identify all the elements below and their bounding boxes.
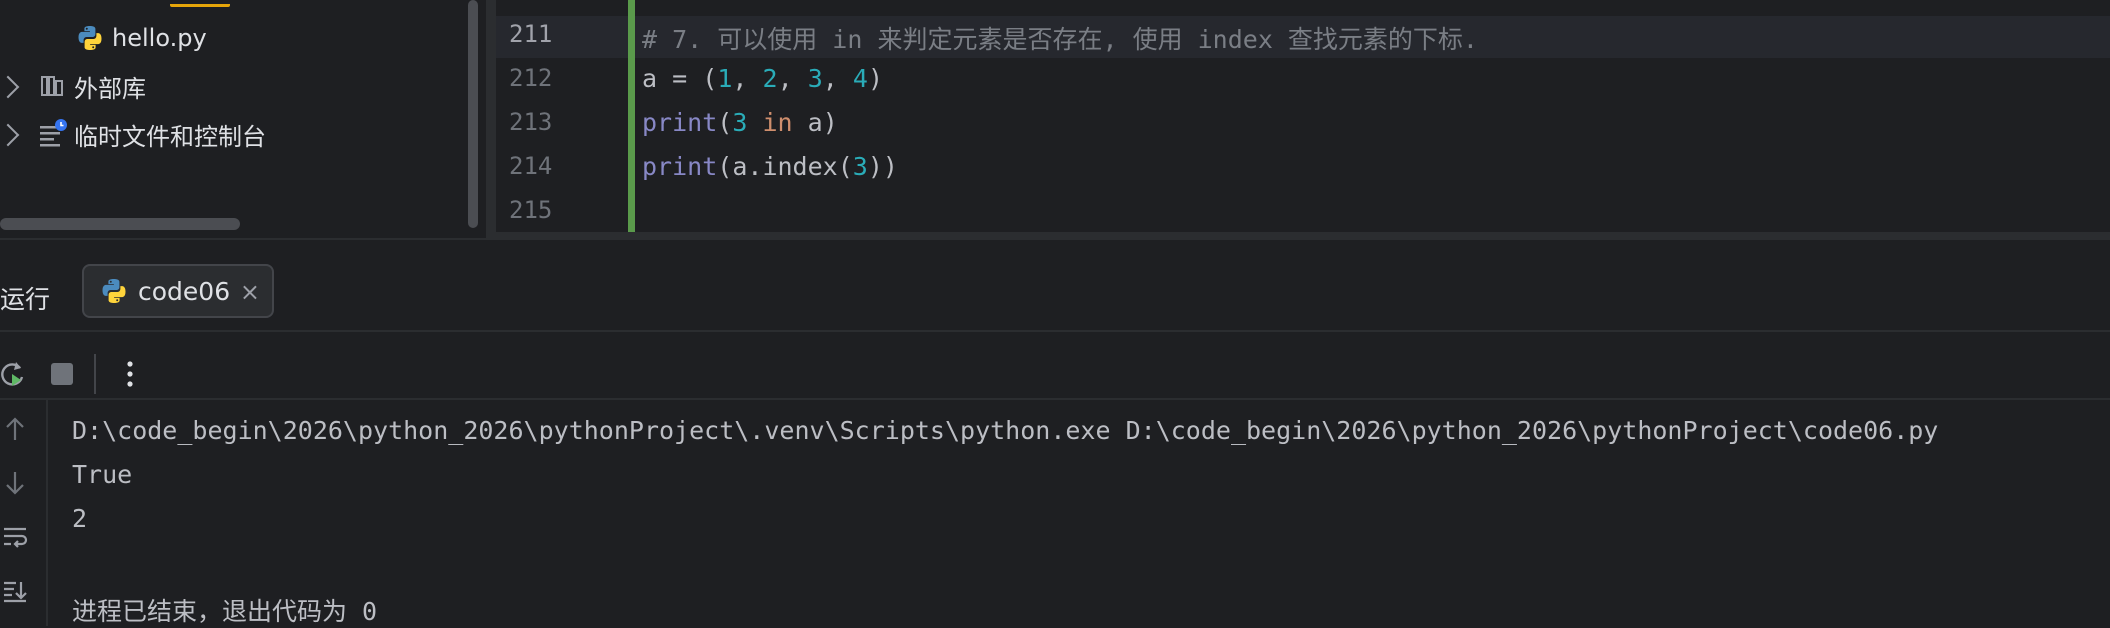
code-token-number: 2 xyxy=(762,64,778,93)
code-token: ) xyxy=(867,64,883,93)
vcs-change-marker[interactable] xyxy=(628,0,635,238)
code-token-builtin: print xyxy=(642,108,718,137)
console-output-line: 2 xyxy=(72,504,88,533)
cut-off-tree-row xyxy=(170,0,230,7)
code-line[interactable]: print(3 in a) xyxy=(642,108,838,137)
run-tab-label: code06 xyxy=(138,276,231,306)
tree-item-label: hello.py xyxy=(112,24,207,52)
code-token: , xyxy=(732,64,748,93)
panel-divider[interactable] xyxy=(486,0,496,238)
chevron-right-icon[interactable] xyxy=(0,75,20,99)
more-vertical-icon xyxy=(127,361,133,387)
divider xyxy=(0,330,2110,332)
tree-item-hello-py[interactable]: hello.py xyxy=(76,16,207,60)
code-line[interactable]: a = (1, 2, 3, 4) xyxy=(642,64,883,93)
code-token-number: 4 xyxy=(852,64,868,93)
rerun-button[interactable] xyxy=(0,356,30,392)
code-token: ( xyxy=(717,152,733,181)
code-token: a xyxy=(642,64,658,93)
run-window-title: 运行 xyxy=(0,285,51,314)
stop-button[interactable] xyxy=(44,356,80,392)
line-number-gutter: 211 212 213 214 215 xyxy=(496,0,631,238)
arrow-up-icon[interactable] xyxy=(0,414,30,444)
code-token: index xyxy=(762,152,838,181)
code-token-number: 3 xyxy=(852,152,868,181)
code-token-keyword: in xyxy=(762,108,793,137)
line-number: 214 xyxy=(509,152,553,180)
code-token: , xyxy=(777,64,793,93)
python-file-icon xyxy=(78,26,102,50)
code-token: ( xyxy=(837,152,853,181)
run-tab-code06[interactable]: code06 × xyxy=(82,264,274,318)
horizontal-scrollbar[interactable] xyxy=(0,218,240,230)
python-file-icon xyxy=(102,279,126,303)
console-command-line: D:\code_begin\2026\python_2026\pythonPro… xyxy=(72,416,1939,445)
code-editor[interactable]: 211 212 213 214 215 # 7. 可以使用 in 来判定元素是否… xyxy=(496,0,2110,238)
tree-item-label: 临时文件和控制台 xyxy=(74,122,266,151)
code-token: ) xyxy=(822,108,838,137)
code-token-number: 3 xyxy=(807,64,823,93)
console-output-line: True xyxy=(72,460,133,489)
console-exit-message: 进程已结束，退出代码为 0 xyxy=(72,597,378,626)
close-icon[interactable]: × xyxy=(240,280,260,304)
scroll-to-end-icon[interactable] xyxy=(0,576,30,606)
line-number: 211 xyxy=(509,20,553,48)
stop-icon xyxy=(51,363,73,385)
toolbar-separator xyxy=(94,354,96,394)
code-line[interactable]: print(a.index(3)) xyxy=(642,152,898,181)
tree-item-label: 外部库 xyxy=(74,74,146,103)
line-number: 213 xyxy=(509,108,553,136)
more-options-button[interactable] xyxy=(112,356,148,392)
scratches-icon xyxy=(40,119,67,147)
code-token-builtin: print xyxy=(642,152,718,181)
line-number: 212 xyxy=(509,64,553,92)
code-token: = xyxy=(672,64,688,93)
code-line-comment[interactable]: # 7. 可以使用 in 来判定元素是否存在, 使用 index 查找元素的下标… xyxy=(642,20,1478,56)
library-icon xyxy=(41,76,63,96)
code-token-number: 1 xyxy=(717,64,733,93)
code-token: a xyxy=(732,152,748,181)
code-token-number: 3 xyxy=(732,108,748,137)
run-tool-window: 运行 code06 × D:\code_begin\2026\python_20… xyxy=(0,238,2110,626)
run-toolbar xyxy=(0,350,300,398)
rerun-icon xyxy=(1,362,24,386)
vertical-scrollbar[interactable] xyxy=(468,0,478,228)
chevron-right-icon[interactable] xyxy=(0,123,20,147)
code-token: , xyxy=(822,64,838,93)
code-token: ) xyxy=(882,152,898,181)
code-token: a xyxy=(807,108,823,137)
project-tree-panel: hello.py 外部库 临时文件和控制台 xyxy=(0,0,478,238)
console-side-toolbar xyxy=(0,400,48,626)
code-token: . xyxy=(747,152,763,181)
code-token: ( xyxy=(717,108,733,137)
arrow-down-icon[interactable] xyxy=(0,468,30,498)
soft-wrap-icon[interactable] xyxy=(0,522,30,552)
console-output[interactable]: D:\code_begin\2026\python_2026\pythonPro… xyxy=(72,400,2102,626)
tree-item-scratches[interactable]: 临时文件和控制台 xyxy=(0,112,320,156)
code-token: ( xyxy=(702,64,718,93)
tree-item-external-libraries[interactable]: 外部库 xyxy=(0,64,300,108)
code-token: ) xyxy=(867,152,883,181)
line-number: 215 xyxy=(509,196,553,224)
